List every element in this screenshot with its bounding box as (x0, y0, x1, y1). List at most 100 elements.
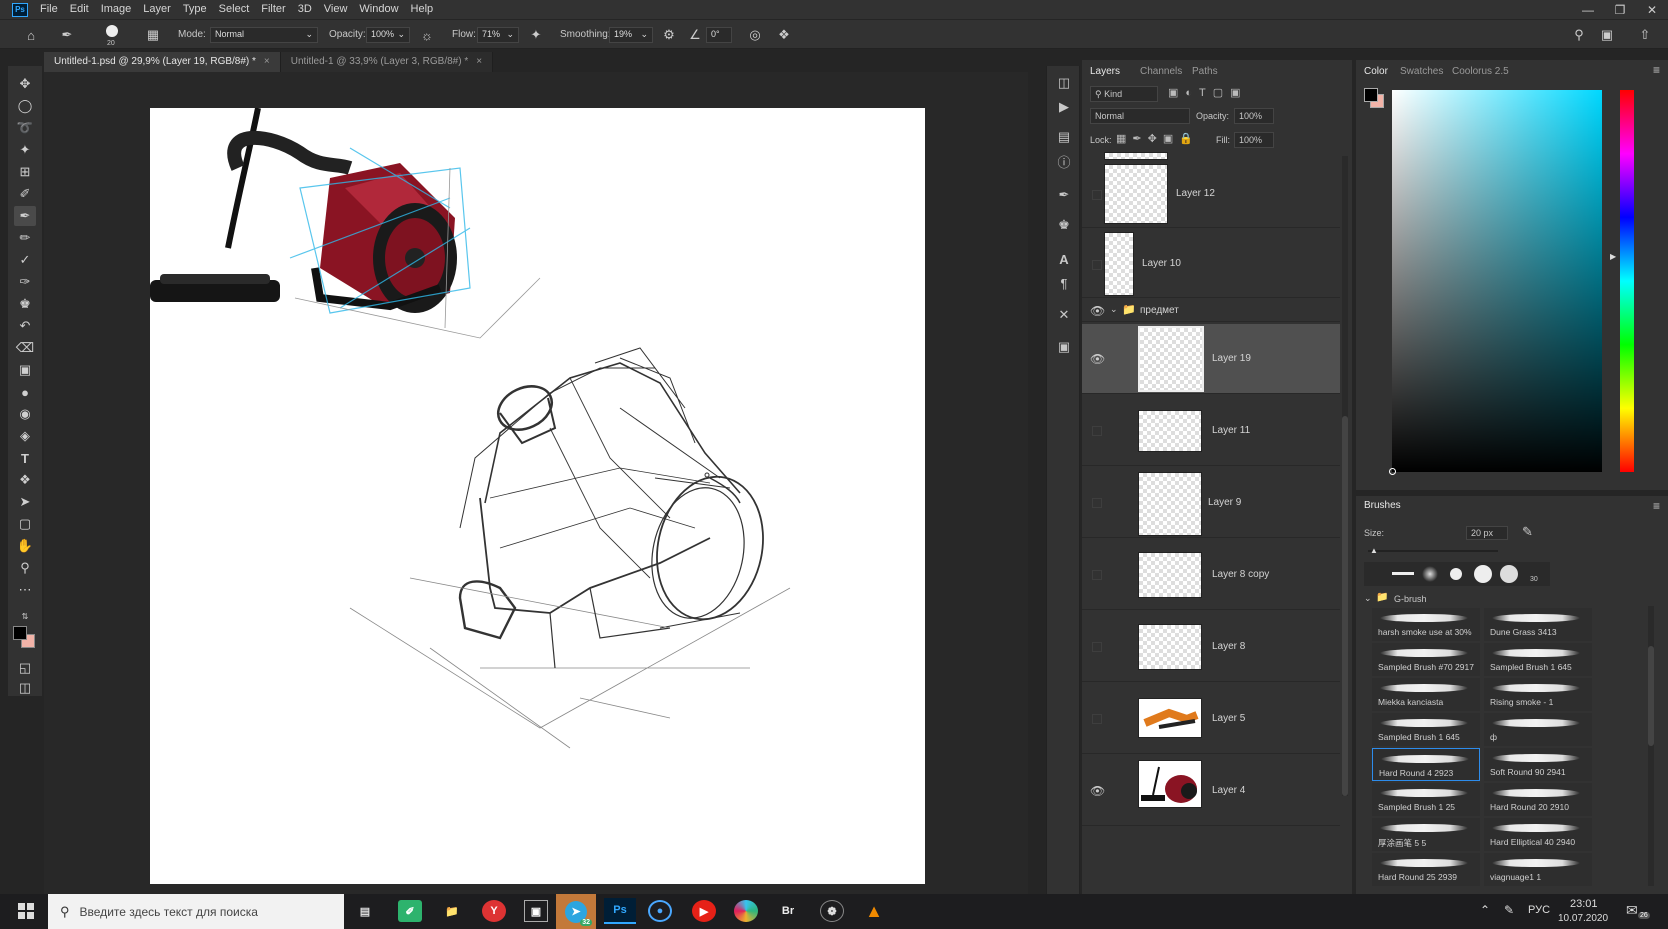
pen-tool-icon[interactable]: ❖ (14, 470, 36, 490)
blend-mode-dropdown[interactable]: Normal (1090, 108, 1190, 124)
eye-icon[interactable]: 👁 (1090, 784, 1105, 798)
menu-edit[interactable]: Edit (64, 0, 95, 19)
info-icon[interactable]: ⓘ (1054, 152, 1074, 170)
close-tab-icon[interactable]: × (476, 56, 482, 67)
close-icon[interactable]: ✕ (1636, 0, 1668, 19)
libraries-icon[interactable]: ▣ (1054, 338, 1074, 356)
brush-preset[interactable]: viagnuage1 1 (1484, 853, 1592, 886)
recent-brush-soft[interactable] (1422, 566, 1438, 582)
visibility-toggle[interactable] (1092, 642, 1102, 652)
magic-wand-tool-icon[interactable]: ✦ (14, 140, 36, 160)
app-icon-aperture[interactable]: ❁ (820, 900, 844, 922)
hand-tool-icon[interactable]: ✋ (14, 536, 36, 556)
actions-play-icon[interactable]: ▶ (1054, 98, 1074, 116)
layer-row[interactable]: Layer 9 (1082, 468, 1340, 538)
close-tab-icon[interactable]: × (264, 56, 270, 67)
document-canvas[interactable] (150, 108, 925, 884)
path-selection-tool-icon[interactable]: ➤ (14, 492, 36, 512)
menu-window[interactable]: Window (353, 0, 404, 19)
recent-brush-hard-large[interactable] (1474, 565, 1492, 583)
saturation-value-picker[interactable] (1389, 90, 1602, 475)
color-foreground-swatch[interactable] (1364, 88, 1378, 102)
brush-size-slider-handle[interactable]: ▲ (1370, 546, 1378, 555)
more-tools-icon[interactable]: ⋯ (14, 580, 36, 600)
share-icon[interactable]: ⇧ (1636, 26, 1654, 44)
taskbar-search-box[interactable]: ⚲ Введите здесь текст для поиска (48, 894, 344, 929)
visibility-toggle[interactable] (1092, 426, 1102, 436)
panel-menu-icon[interactable]: ≡ (1653, 499, 1660, 513)
search-icon[interactable]: ⚲ (1570, 26, 1588, 44)
youtube-icon[interactable]: ▶ (692, 900, 716, 922)
tab-layers[interactable]: Layers (1090, 66, 1120, 77)
gear-icon[interactable]: ⚙ (660, 26, 678, 44)
hue-slider-handle-icon[interactable]: ▶ (1610, 252, 1616, 261)
brush-preset[interactable]: Sampled Brush #70 2917 (1372, 643, 1480, 676)
layer-row[interactable]: Layer 8 copy (1082, 540, 1340, 610)
layer-row[interactable]: Layer 11 (1082, 396, 1340, 466)
healing-brush-tool-icon[interactable]: ✑ (14, 272, 36, 292)
color-picker-cursor[interactable] (1389, 468, 1396, 475)
menu-image[interactable]: Image (95, 0, 138, 19)
yandex-browser-icon[interactable]: Y (482, 900, 506, 922)
tab-paths[interactable]: Paths (1192, 66, 1218, 77)
layer-row-selected[interactable]: 👁 Layer 19 (1082, 324, 1340, 394)
language-indicator[interactable]: РУС (1528, 904, 1550, 916)
flow-field[interactable]: 71% ⌄ (477, 27, 519, 43)
brush-size-field[interactable]: 20 px (1466, 526, 1508, 540)
mixer-brush-tool-icon[interactable]: ✓ (14, 250, 36, 270)
doc-tab-2[interactable]: Untitled-1 @ 33,9% (Layer 3, RGB/8#) * × (280, 52, 494, 72)
file-explorer-icon[interactable]: 📁 (440, 900, 464, 922)
layer-group-row[interactable]: 👁 ⌄ 📁 предмет (1082, 300, 1340, 322)
type-tool-icon[interactable]: T (14, 448, 36, 468)
character-icon[interactable]: A (1054, 250, 1074, 268)
adjustments-icon[interactable]: ▤ (1054, 128, 1074, 146)
shape-tool-icon[interactable]: ▢ (14, 514, 36, 534)
fill-field[interactable]: 100% (1234, 132, 1274, 148)
visibility-toggle[interactable] (1092, 190, 1102, 200)
hue-slider[interactable] (1620, 90, 1634, 472)
layer-row[interactable]: Layer 10 (1082, 230, 1340, 298)
visibility-toggle[interactable] (1092, 714, 1102, 724)
menu-select[interactable]: Select (213, 0, 256, 19)
blur-tool-icon[interactable]: ● (14, 382, 36, 402)
lasso-tool-icon[interactable]: ➰ (14, 118, 36, 138)
visibility-toggle[interactable] (1092, 570, 1102, 580)
brush-preset[interactable]: Miekka kanciasta (1372, 678, 1480, 711)
chevron-down-icon[interactable]: ⌄ (1110, 304, 1118, 315)
eye-icon[interactable]: 👁 (1090, 352, 1105, 366)
layer-row[interactable]: Layer 5 (1082, 684, 1340, 754)
app-icon-blue-circle[interactable]: ● (648, 900, 672, 922)
brush-preset[interactable]: Hard Round 20 2910 (1484, 783, 1592, 816)
brush-preset[interactable]: 厚涂画笔 5 5 (1372, 818, 1480, 851)
brush-size-slider[interactable] (1368, 550, 1498, 552)
windows-start-icon[interactable] (18, 903, 34, 919)
menu-layer[interactable]: Layer (137, 0, 177, 19)
angle-field[interactable]: 0° (706, 27, 732, 43)
sponge-tool-icon[interactable]: ◈ (14, 426, 36, 446)
app-icon-window[interactable]: ▣ (524, 900, 548, 922)
layers-scrollbar-thumb[interactable] (1342, 416, 1348, 796)
menu-file[interactable]: File (34, 0, 64, 19)
layer-row[interactable]: Layer 12 (1082, 160, 1340, 228)
brush-settings-panel-icon[interactable]: ✒ (1054, 186, 1074, 204)
kind-filter-dropdown[interactable]: ⚲ Kind (1090, 86, 1158, 102)
doc-tab-1[interactable]: Untitled-1.psd @ 29,9% (Layer 19, RGB/8#… (44, 52, 281, 72)
menu-help[interactable]: Help (405, 0, 440, 19)
screen-mode-icon[interactable]: ◫ (14, 678, 36, 698)
visibility-toggle[interactable] (1092, 260, 1102, 270)
menu-type[interactable]: Type (177, 0, 213, 19)
layer-row[interactable]: 👁 Layer 4 (1082, 756, 1340, 826)
swap-colors-icon[interactable]: ⇅ (14, 606, 36, 626)
dodge-tool-icon[interactable]: ◉ (14, 404, 36, 424)
stamp-tool-icon[interactable]: ♚ (14, 294, 36, 314)
slack-icon[interactable] (734, 900, 758, 922)
crop-tool-icon[interactable]: ⊞ (14, 162, 36, 182)
task-view-icon[interactable]: ▤ (353, 900, 377, 922)
chevron-down-icon[interactable]: ⌄ (1364, 593, 1372, 604)
visibility-toggle[interactable] (1092, 498, 1102, 508)
minimize-icon[interactable]: — (1572, 0, 1604, 19)
paragraph-icon[interactable]: ¶ (1054, 274, 1074, 292)
brush-preset-picker[interactable] (102, 23, 122, 41)
brush-preset[interactable]: harsh smoke use at 30% (1372, 608, 1480, 641)
pen-input-icon[interactable]: ✎ (1504, 903, 1514, 917)
